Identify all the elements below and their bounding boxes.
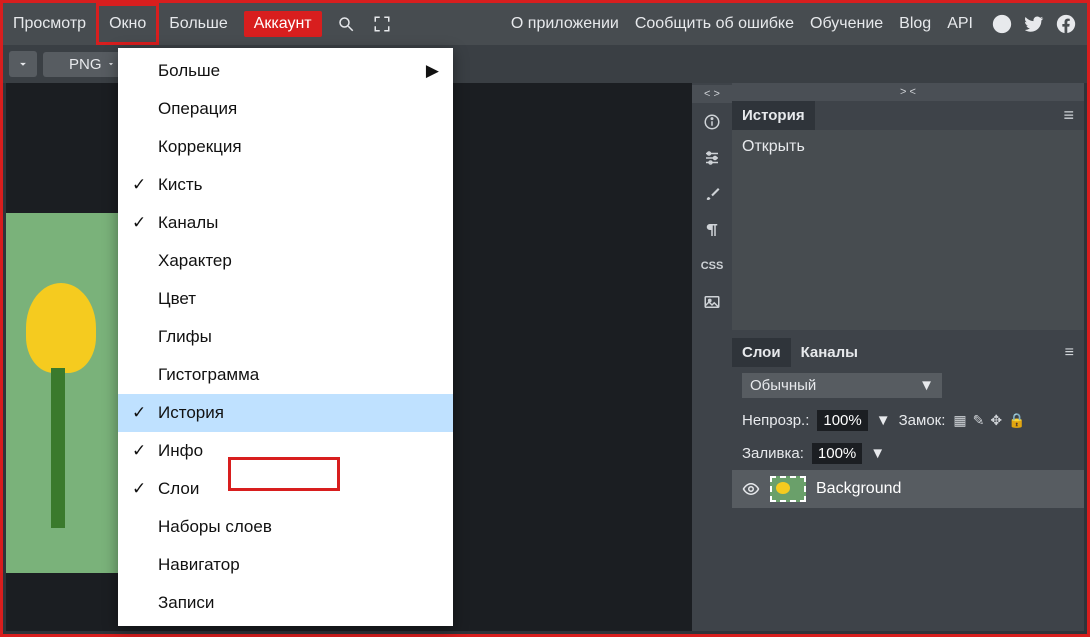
dropdown-item[interactable]: Коррекция <box>118 128 453 166</box>
dropdown-item-label: Слои <box>158 479 199 499</box>
dropdown-item[interactable]: Цвет <box>118 280 453 318</box>
dropdown-item[interactable]: Операция <box>118 90 453 128</box>
dropdown-item[interactable]: Гистограмма <box>118 356 453 394</box>
dropdown-item-label: Кисть <box>158 175 203 195</box>
dropdown-item-label: Операция <box>158 99 237 119</box>
check-icon: ✓ <box>132 479 146 499</box>
toolstrip-head[interactable]: < > <box>692 85 732 103</box>
image-icon[interactable] <box>695 285 729 319</box>
tab-channels[interactable]: Каналы <box>791 338 868 367</box>
export-png-label: PNG <box>69 56 102 73</box>
layers-menu-icon[interactable]: ≡ <box>1055 344 1084 362</box>
lock-icons: ▦ ✎ ✥ 🔒 <box>953 412 1025 429</box>
info-icon[interactable] <box>695 105 729 139</box>
opacity-label: Непрозр.: <box>742 412 809 429</box>
blend-mode-value: Обычный <box>750 377 816 394</box>
fullscreen-icon[interactable] <box>368 10 396 38</box>
visibility-eye-icon[interactable] <box>742 480 760 498</box>
window-dropdown: Больше ▶ Операция Коррекция ✓ Кисть ✓ Каналы Хар… <box>118 48 453 626</box>
dropdown-item-label: Инфо <box>158 441 203 461</box>
chevron-down-icon: ▼ <box>919 377 934 394</box>
lock-all-icon[interactable]: 🔒 <box>1008 412 1025 429</box>
fill-label: Заливка: <box>742 445 804 462</box>
dropdown-item-label: Коррекция <box>158 137 242 157</box>
dropdown-item[interactable]: ✓ Каналы <box>118 204 453 242</box>
dropdown-item-label: Больше <box>158 61 220 81</box>
dropdown-item[interactable]: Навигатор <box>118 546 453 584</box>
facebook-icon[interactable] <box>1055 13 1077 35</box>
dropdown-item-label: Наборы слоев <box>158 517 272 537</box>
check-icon: ✓ <box>132 213 146 233</box>
tool-strip: < > CSS <box>692 83 732 631</box>
link-about[interactable]: О приложении <box>503 15 627 33</box>
dropdown-item[interactable]: ✓ Кисть <box>118 166 453 204</box>
check-icon: ✓ <box>132 175 146 195</box>
link-learn[interactable]: Обучение <box>802 15 891 33</box>
opacity-value[interactable]: 100% <box>817 410 867 431</box>
dropdown-item-label: Гистограмма <box>158 365 259 385</box>
lock-move-icon[interactable]: ✥ <box>990 412 1002 429</box>
submenu-arrow-icon: ▶ <box>426 61 439 81</box>
dropdown-item-label: Каналы <box>158 213 218 233</box>
link-blog[interactable]: Blog <box>891 15 939 33</box>
paragraph-icon[interactable] <box>695 213 729 247</box>
panel-menu-icon[interactable]: ≡ <box>1053 105 1084 126</box>
dropdown-item-label: Цвет <box>158 289 196 309</box>
check-icon: ✓ <box>132 441 146 461</box>
twitter-icon[interactable] <box>1023 13 1045 35</box>
layers-panel: Слои Каналы ≡ Обычный ▼ Непрозр.: 100% ▼… <box>732 338 1084 508</box>
layer-name[interactable]: Background <box>816 480 901 498</box>
check-icon: ✓ <box>132 403 146 423</box>
dropdown-item-label: Глифы <box>158 327 212 347</box>
link-report[interactable]: Сообщить об ошибке <box>627 15 802 33</box>
dropdown-item[interactable]: Наборы слоев <box>118 508 453 546</box>
dropdown-item-label: Характер <box>158 251 232 271</box>
right-panels: < > CSS > < История ≡ Открыть <box>692 83 1084 631</box>
document-image <box>6 213 121 573</box>
dropdown-item[interactable]: ✓ Слои <box>118 470 453 508</box>
adjust-icon[interactable] <box>695 141 729 175</box>
link-api[interactable]: API <box>939 15 981 33</box>
dropdown-item[interactable]: Больше ▶ <box>118 52 453 90</box>
menu-more[interactable]: Больше <box>159 3 237 45</box>
download-dropdown[interactable] <box>9 51 37 77</box>
history-entry[interactable]: Открыть <box>742 138 1074 156</box>
tab-history[interactable]: История <box>732 101 815 130</box>
blend-mode-select[interactable]: Обычный ▼ <box>742 373 942 398</box>
layer-thumbnail <box>770 476 806 502</box>
dropdown-item[interactable]: Записи <box>118 584 453 622</box>
search-icon[interactable] <box>332 10 360 38</box>
css-icon[interactable]: CSS <box>695 249 729 283</box>
tab-layers[interactable]: Слои <box>732 338 791 367</box>
brush-icon[interactable] <box>695 177 729 211</box>
fill-dropdown-icon[interactable]: ▼ <box>870 445 885 462</box>
dropdown-item-label: Записи <box>158 593 214 613</box>
history-panel: > < История ≡ Открыть <box>732 83 1084 330</box>
menu-window[interactable]: Окно <box>96 3 159 45</box>
dropdown-item[interactable]: ✓ Инфо <box>118 432 453 470</box>
menu-account[interactable]: Аккаунт <box>244 11 322 37</box>
dropdown-item-label: Навигатор <box>158 555 240 575</box>
dropdown-item-label: История <box>158 403 224 423</box>
lock-brush-icon[interactable]: ✎ <box>973 412 985 429</box>
lock-transparency-icon[interactable]: ▦ <box>953 412 966 429</box>
reddit-icon[interactable] <box>991 13 1013 35</box>
dropdown-item[interactable]: Характер <box>118 242 453 280</box>
dropdown-item[interactable]: Глифы <box>118 318 453 356</box>
menu-view[interactable]: Просмотр <box>3 3 96 45</box>
fill-value[interactable]: 100% <box>812 443 862 464</box>
dropdown-item[interactable]: ✓ История <box>118 394 453 432</box>
history-list[interactable]: Открыть <box>732 130 1084 330</box>
layer-row[interactable]: Background <box>732 470 1084 508</box>
panel-collapse-head[interactable]: > < <box>732 83 1084 101</box>
menubar: Просмотр Окно Больше Аккаунт О приложени… <box>3 3 1087 45</box>
opacity-dropdown-icon[interactable]: ▼ <box>876 412 891 429</box>
export-png-button[interactable]: PNG <box>43 52 124 77</box>
social-links <box>981 13 1087 35</box>
lock-label: Замок: <box>899 412 946 429</box>
